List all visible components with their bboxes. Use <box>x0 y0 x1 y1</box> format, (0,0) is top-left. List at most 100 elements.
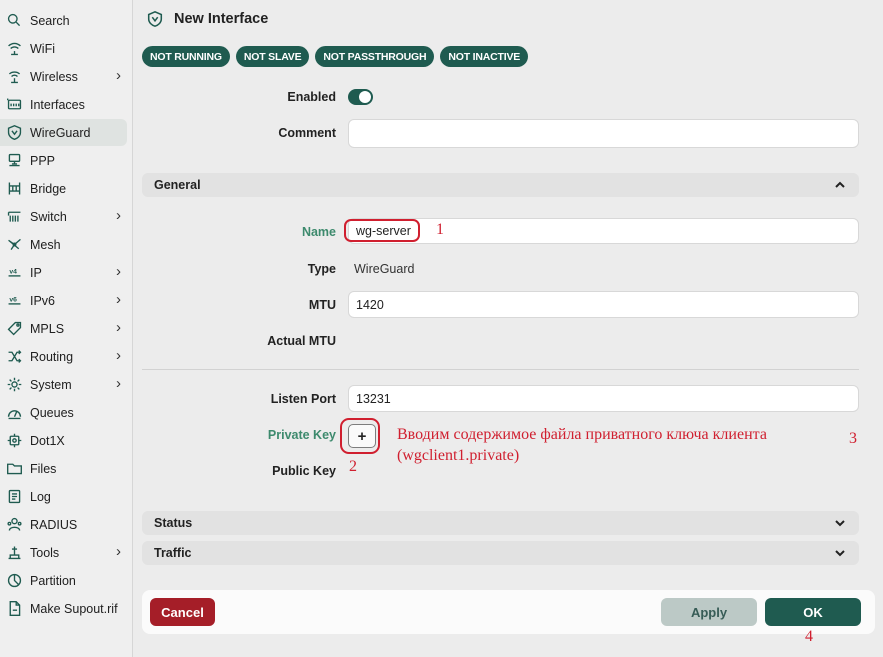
routing-icon <box>5 348 23 366</box>
sidebar-item-label: MPLS <box>30 321 65 336</box>
sidebar-item-label: Log <box>30 489 51 504</box>
sidebar-item-partition[interactable]: Partition <box>0 567 127 594</box>
cancel-button[interactable]: Cancel <box>150 598 215 626</box>
chevron-right-icon: › <box>116 291 121 308</box>
sidebar-item-label: Routing <box>30 349 74 364</box>
listen-port-label: Listen Port <box>270 392 336 406</box>
sidebar-item-label: RADIUS <box>30 517 78 532</box>
chevron-up-icon <box>833 178 847 192</box>
apply-button[interactable]: Apply <box>661 598 757 626</box>
form-panel: NOT RUNNING NOT SLAVE NOT PASSTHROUGH NO… <box>134 38 875 586</box>
name-label: Name <box>301 225 336 239</box>
traffic-section-header[interactable]: Traffic <box>142 541 859 565</box>
mtu-field[interactable]: 1420 <box>348 291 859 318</box>
sidebar-item-search[interactable]: Search <box>0 7 127 34</box>
sidebar-item-label: Mesh <box>30 237 61 252</box>
log-icon <box>5 488 23 506</box>
annotation-highlight-name <box>344 219 420 242</box>
radius-icon <box>5 516 23 534</box>
chevron-right-icon: › <box>116 375 121 392</box>
status-badges: NOT RUNNING NOT SLAVE NOT PASSTHROUGH NO… <box>142 46 529 67</box>
mesh-icon <box>5 236 23 254</box>
queues-gauge-icon <box>5 404 23 422</box>
chevron-right-icon: › <box>116 67 121 84</box>
sidebar-item-interfaces[interactable]: Interfaces <box>0 91 127 118</box>
sidebar-item-label: Bridge <box>30 181 67 196</box>
wireguard-shield-icon <box>5 124 23 142</box>
status-badge: NOT RUNNING <box>142 46 230 67</box>
actual-mtu-label: Actual MTU <box>267 334 336 348</box>
sidebar-item-queues[interactable]: Queues <box>0 399 127 426</box>
sidebar-item-radius[interactable]: RADIUS <box>0 511 127 538</box>
sidebar-item-wireless[interactable]: Wireless › <box>0 63 127 90</box>
status-badge: NOT PASSTHROUGH <box>315 46 435 67</box>
annotation-note: Вводим содержимое файла приватного ключа… <box>397 426 767 443</box>
gear-icon <box>5 376 23 394</box>
sidebar-item-routing[interactable]: Routing › <box>0 343 127 370</box>
annotation-number: 3 <box>849 430 857 447</box>
annotation-highlight-private-key <box>340 418 380 454</box>
enabled-label: Enabled <box>287 90 336 104</box>
section-title: General <box>154 178 201 192</box>
sidebar-item-switch[interactable]: Switch › <box>0 203 127 230</box>
public-key-label: Public Key <box>272 464 336 478</box>
sidebar-item-label: Make Supout.rif <box>30 601 118 616</box>
sidebar-item-ipv6[interactable]: v6 IPv6 › <box>0 287 127 314</box>
sidebar-item-label: WiFi <box>30 41 55 56</box>
chevron-right-icon: › <box>116 347 121 364</box>
sidebar-item-dot1x[interactable]: Dot1X <box>0 427 127 454</box>
status-badge: NOT SLAVE <box>235 46 310 67</box>
listen-port-field[interactable]: 13231 <box>348 385 859 412</box>
sidebar-item-make-supout-rif[interactable]: Make Supout.rif <box>0 595 127 622</box>
general-section-header[interactable]: General <box>142 173 859 197</box>
tools-icon <box>5 544 23 562</box>
annotation-number: 1 <box>436 221 444 238</box>
private-key-label: Private Key <box>267 428 336 442</box>
ppp-icon <box>5 152 23 170</box>
wireless-icon <box>5 68 23 86</box>
switch-icon <box>5 208 23 226</box>
sidebar-item-system[interactable]: System › <box>0 371 127 398</box>
ipv6-icon: v6 <box>5 292 23 310</box>
chevron-right-icon: › <box>116 543 121 560</box>
interfaces-icon <box>5 96 23 114</box>
sidebar-item-label: Switch <box>30 209 67 224</box>
page-title: New Interface <box>174 11 269 27</box>
mpls-tag-icon <box>5 320 23 338</box>
supout-file-icon <box>5 600 23 618</box>
mtu-label: MTU <box>308 298 336 312</box>
chevron-down-icon <box>833 546 847 560</box>
footer-bar: Cancel Apply OK <box>142 590 875 634</box>
ok-button[interactable]: OK <box>765 598 861 626</box>
sidebar-item-log[interactable]: Log <box>0 483 127 510</box>
sidebar-item-label: Partition <box>30 573 76 588</box>
enabled-toggle[interactable] <box>348 89 373 105</box>
chevron-right-icon: › <box>116 207 121 224</box>
wifi-icon <box>5 40 23 58</box>
header: New Interface <box>134 0 883 38</box>
type-value: WireGuard <box>354 262 415 276</box>
sidebar-item-mpls[interactable]: MPLS › <box>0 315 127 342</box>
sidebar-item-ip[interactable]: v4 IP › <box>0 259 127 286</box>
sidebar-item-wireguard[interactable]: WireGuard <box>0 119 127 146</box>
sidebar-item-tools[interactable]: Tools › <box>0 539 127 566</box>
sidebar-item-files[interactable]: Files <box>0 455 127 482</box>
section-title: Status <box>154 516 193 530</box>
sidebar-item-label: System <box>30 377 72 392</box>
sidebar-item-bridge[interactable]: Bridge <box>0 175 127 202</box>
sidebar-item-label: IP <box>30 265 42 280</box>
sidebar-item-ppp[interactable]: PPP <box>0 147 127 174</box>
sidebar-item-label: PPP <box>30 153 56 168</box>
section-title: Traffic <box>154 546 192 560</box>
status-badge: NOT INACTIVE <box>440 46 529 67</box>
comment-textarea[interactable] <box>348 119 859 148</box>
sidebar-item-mesh[interactable]: Mesh <box>0 231 127 258</box>
name-field[interactable]: wg-server <box>348 218 859 244</box>
wireguard-shield-icon <box>146 10 164 28</box>
status-section-header[interactable]: Status <box>142 511 859 535</box>
bridge-icon <box>5 180 23 198</box>
type-label: Type <box>307 262 336 276</box>
sidebar-item-wifi[interactable]: WiFi <box>0 35 127 62</box>
sidebar-item-label: Wireless <box>30 69 78 84</box>
partition-icon <box>5 572 23 590</box>
